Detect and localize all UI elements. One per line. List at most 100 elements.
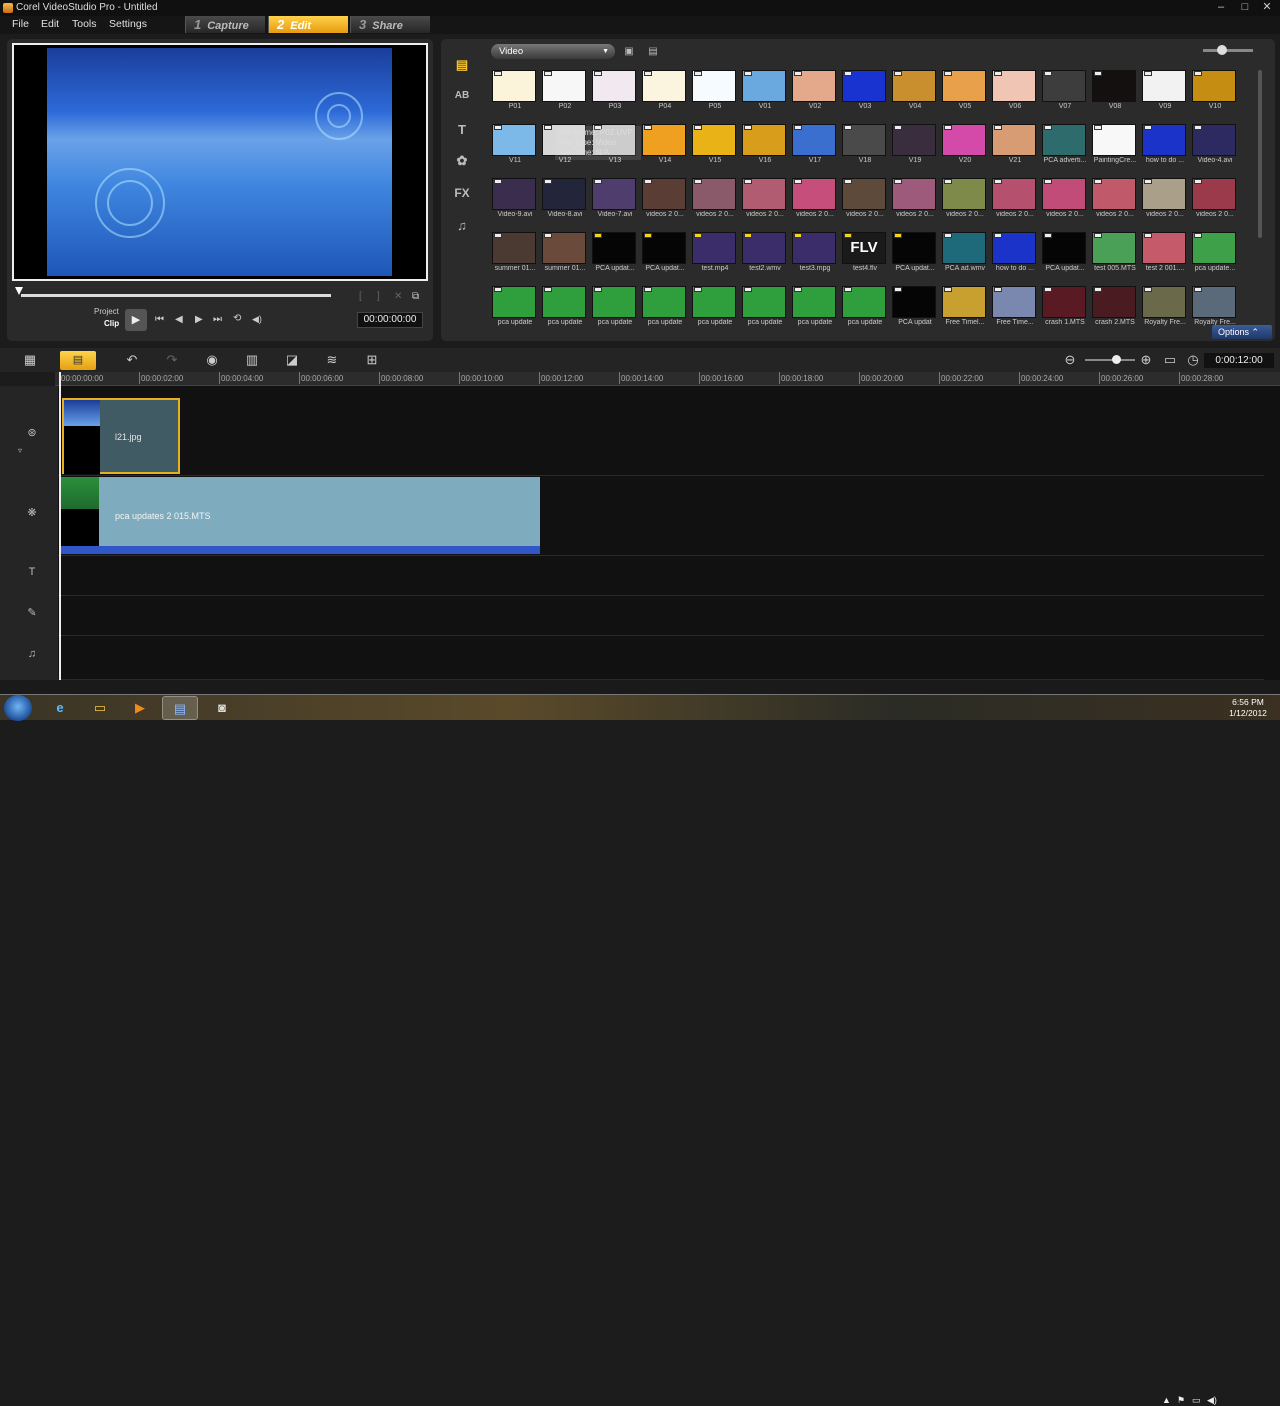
clip-mode-label[interactable]: Clip bbox=[104, 319, 119, 328]
step-share-tab[interactable]: 3 Share bbox=[350, 16, 430, 33]
project-mode-label[interactable]: Project bbox=[94, 307, 119, 316]
filter-tab-icon[interactable]: FX bbox=[451, 186, 473, 206]
overlay-clip[interactable]: pca updates 2 015.MTS bbox=[61, 477, 540, 554]
media-thumbnail[interactable]: crash 2.MTS bbox=[1092, 286, 1138, 330]
show-hidden-icons-icon[interactable]: ▲ bbox=[1162, 1395, 1171, 1405]
previous-frame-button[interactable]: ◀ bbox=[175, 314, 183, 325]
media-thumbnail[interactable]: test.mp4 bbox=[692, 232, 738, 278]
scrub-bar[interactable] bbox=[21, 294, 331, 297]
media-thumbnail[interactable]: videos 2 0... bbox=[1042, 178, 1088, 224]
media-thumbnail[interactable]: V19 bbox=[892, 124, 938, 170]
timeline-view-button[interactable]: ▤ bbox=[60, 351, 96, 370]
media-thumbnail[interactable]: pca update bbox=[592, 286, 638, 330]
music-track[interactable] bbox=[58, 636, 1264, 680]
start-button[interactable] bbox=[4, 695, 32, 721]
media-thumbnail[interactable]: V21 bbox=[992, 124, 1038, 170]
video-track-icon[interactable]: ⊛ bbox=[12, 426, 52, 439]
media-thumbnail[interactable]: pca update bbox=[792, 286, 838, 330]
minimize-button[interactable]: – bbox=[1208, 0, 1234, 16]
media-thumbnail[interactable]: pca update bbox=[542, 286, 588, 330]
thumbnail-size-slider[interactable] bbox=[1203, 49, 1253, 52]
media-player-icon[interactable]: ▶ bbox=[122, 696, 158, 720]
media-thumbnail[interactable]: V17 bbox=[792, 124, 838, 170]
media-tab-icon[interactable]: ▤ bbox=[451, 57, 473, 77]
mark-in-icon[interactable]: [ bbox=[359, 291, 362, 302]
media-thumbnail[interactable]: PCA updat... bbox=[642, 232, 688, 278]
menu-edit[interactable]: Edit bbox=[41, 18, 59, 30]
media-thumbnail[interactable]: V16 bbox=[742, 124, 788, 170]
media-thumbnail[interactable]: PaintingCre... bbox=[1092, 124, 1138, 170]
fit-timeline-icon[interactable]: ▭ bbox=[1160, 352, 1180, 368]
media-thumbnail[interactable]: V05 bbox=[942, 70, 988, 116]
media-thumbnail[interactable]: videos 2 0... bbox=[1142, 178, 1188, 224]
media-thumbnail[interactable]: videos 2 0... bbox=[1092, 178, 1138, 224]
media-thumbnail[interactable]: V15 bbox=[692, 124, 738, 170]
media-thumbnail[interactable]: videos 2 0... bbox=[942, 178, 988, 224]
redo-icon[interactable]: ↷ bbox=[162, 352, 182, 368]
media-thumbnail[interactable]: PCA updat... bbox=[1042, 232, 1088, 278]
graphic-tab-icon[interactable]: ✿ bbox=[451, 153, 473, 173]
import-media-icon[interactable]: ▤ bbox=[646, 46, 660, 58]
storyboard-view-icon[interactable]: ▦ bbox=[20, 352, 40, 368]
media-thumbnail[interactable]: PCA updat bbox=[892, 286, 938, 330]
music-track-icon[interactable]: ♫ bbox=[12, 648, 52, 660]
media-thumbnail[interactable]: P05 bbox=[692, 70, 738, 116]
zoom-out-icon[interactable]: ⊖ bbox=[1060, 352, 1080, 368]
ripple-edit-icon[interactable]: ▿ bbox=[10, 446, 30, 455]
media-thumbnail[interactable]: how to do ... bbox=[992, 232, 1038, 278]
media-thumbnail[interactable]: V06 bbox=[992, 70, 1038, 116]
flag-icon[interactable]: ⚑ bbox=[1177, 1395, 1185, 1406]
media-thumbnail[interactable]: V09 bbox=[1142, 70, 1188, 116]
play-button[interactable]: ▶ bbox=[125, 309, 147, 331]
media-thumbnail[interactable]: Royalty Fre... bbox=[1142, 286, 1188, 330]
media-thumbnail[interactable]: pca update bbox=[492, 286, 538, 330]
media-thumbnail[interactable]: P02 bbox=[542, 70, 588, 116]
media-thumbnail[interactable]: P01 bbox=[492, 70, 538, 116]
media-thumbnail[interactable]: crash 1.MTS bbox=[1042, 286, 1088, 330]
menu-tools[interactable]: Tools bbox=[72, 18, 97, 30]
media-thumbnail[interactable]: PCA adverti... bbox=[1042, 124, 1088, 170]
title-tab-icon[interactable]: T bbox=[451, 122, 473, 142]
close-button[interactable]: ✕ bbox=[1254, 0, 1280, 16]
voice-track-icon[interactable]: ✎ bbox=[12, 606, 52, 619]
undo-icon[interactable]: ↶ bbox=[122, 352, 142, 368]
media-thumbnail[interactable]: Video-8.avi bbox=[542, 178, 588, 224]
media-thumbnail[interactable]: V08 bbox=[1092, 70, 1138, 116]
media-thumbnail[interactable]: videos 2 0... bbox=[792, 178, 838, 224]
overlay-track-icon[interactable]: ❋ bbox=[12, 506, 52, 519]
menu-settings[interactable]: Settings bbox=[109, 18, 147, 30]
sound-mixer-icon[interactable]: ▥ bbox=[242, 352, 262, 368]
auto-music-icon[interactable]: ◪ bbox=[282, 352, 302, 368]
videostudio-task-icon[interactable]: ▤ bbox=[162, 696, 198, 720]
media-thumbnail[interactable]: pca update bbox=[692, 286, 738, 330]
title-track-icon[interactable]: T bbox=[12, 566, 52, 578]
media-thumbnail[interactable]: PCA updat... bbox=[892, 232, 938, 278]
record-capture-icon[interactable]: ◉ bbox=[202, 352, 222, 368]
voice-track[interactable] bbox=[58, 596, 1264, 636]
media-thumbnail[interactable]: summer 01... bbox=[492, 232, 538, 278]
step-edit-tab[interactable]: 2 Edit bbox=[268, 16, 348, 33]
volume-button[interactable]: ◀) bbox=[252, 314, 262, 325]
media-thumbnail[interactable]: V04 bbox=[892, 70, 938, 116]
media-thumbnail[interactable]: Free Timel... bbox=[942, 286, 988, 330]
internet-explorer-icon[interactable]: e bbox=[42, 696, 78, 720]
repeat-button[interactable]: ⟲ bbox=[233, 313, 241, 324]
media-thumbnail[interactable]: V03 bbox=[842, 70, 888, 116]
media-thumbnail[interactable]: V18 bbox=[842, 124, 888, 170]
media-thumbnail[interactable]: pca update bbox=[742, 286, 788, 330]
next-frame-button[interactable]: ▶ bbox=[195, 314, 203, 325]
media-thumbnail[interactable]: videos 2 0... bbox=[692, 178, 738, 224]
scrub-handle[interactable] bbox=[15, 287, 23, 295]
add-folder-icon[interactable]: ▣ bbox=[622, 46, 636, 58]
playhead[interactable] bbox=[59, 372, 61, 680]
audio-waveform-icon[interactable]: ≋ bbox=[322, 352, 342, 368]
media-thumbnail[interactable]: PCA updat... bbox=[592, 232, 638, 278]
options-button[interactable]: Options ⌃ bbox=[1212, 325, 1272, 339]
split-icon[interactable]: ✕ bbox=[394, 291, 402, 302]
track-manager-icon[interactable]: ⊞ bbox=[362, 352, 382, 368]
video-clip[interactable]: l21.jpg bbox=[62, 398, 180, 474]
media-thumbnail[interactable]: V20 bbox=[942, 124, 988, 170]
preview-screen[interactable] bbox=[12, 43, 428, 281]
timeline-zoom-slider[interactable] bbox=[1085, 359, 1135, 361]
media-thumbnail[interactable]: pca update bbox=[842, 286, 888, 330]
